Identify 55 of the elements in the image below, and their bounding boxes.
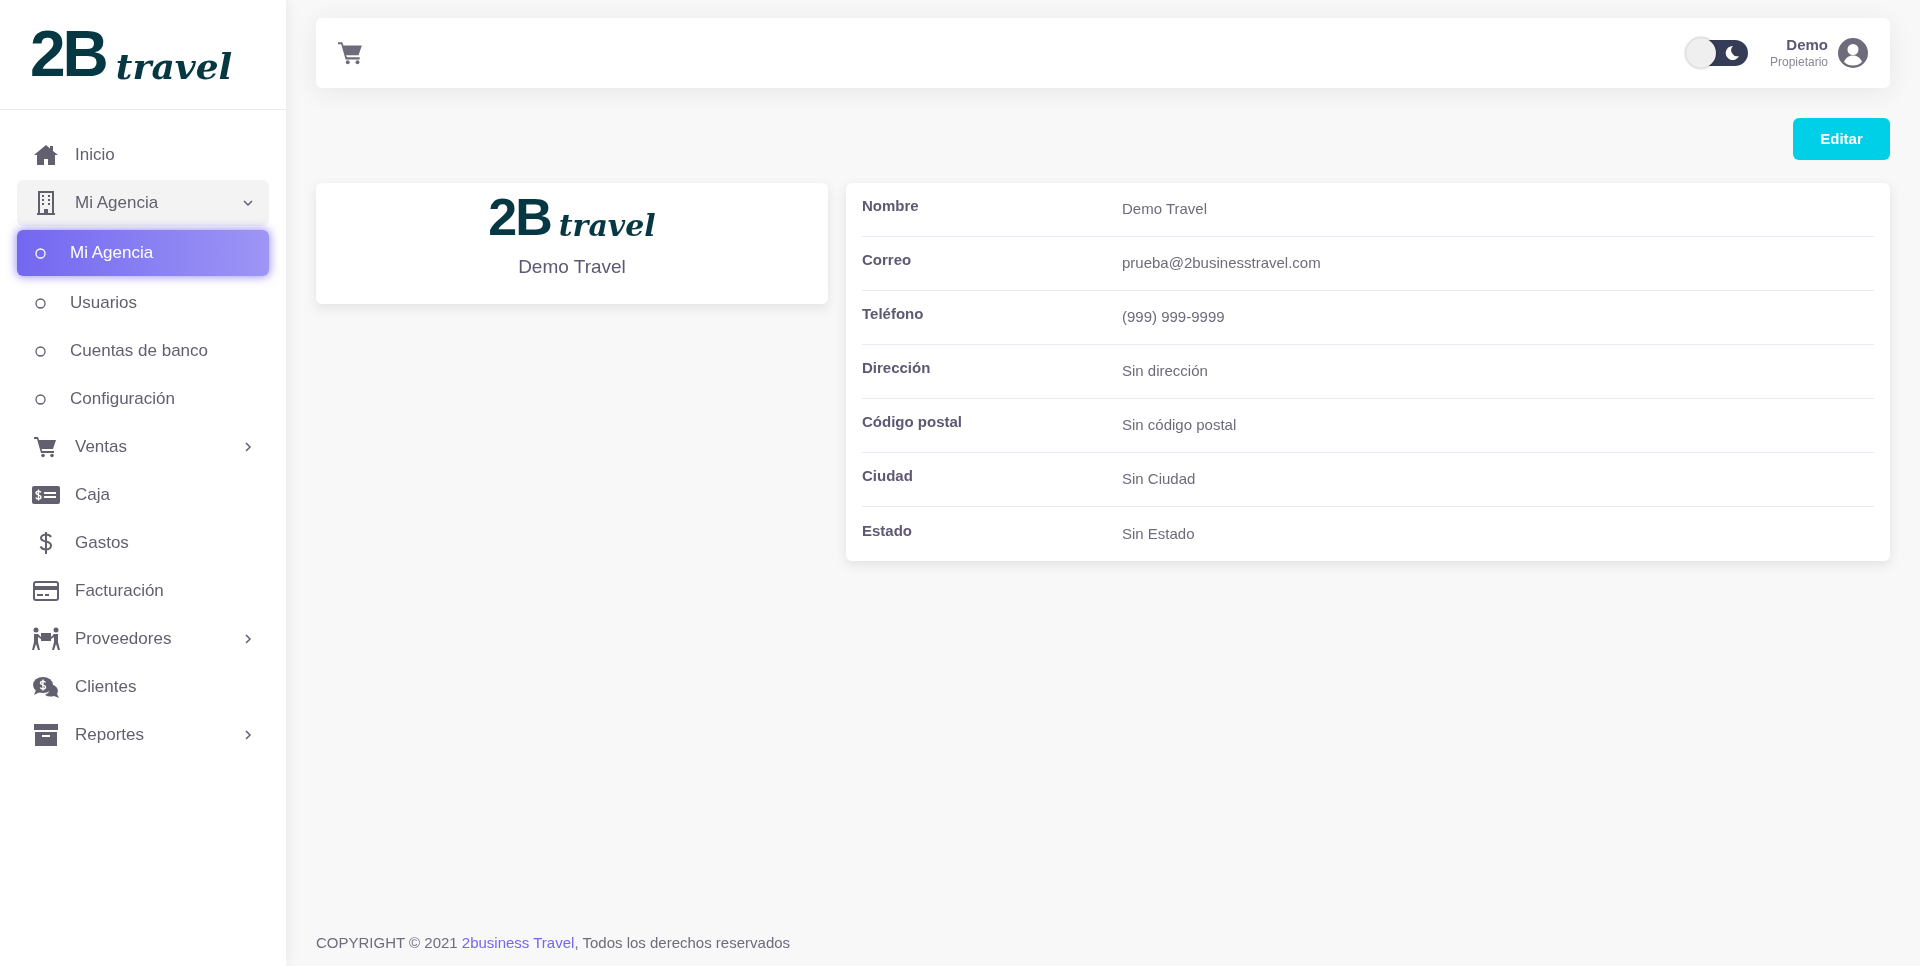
circle-icon [35,345,46,357]
circle-icon [35,247,46,259]
cart-icon[interactable] [338,41,364,65]
sidebar-subitem[interactable]: Cuentas de banco [17,328,269,374]
sidebar-item[interactable]: Clientes [17,664,269,710]
user-name: Demo [1786,36,1828,55]
archive-box-icon [34,724,58,746]
sidebar-item[interactable]: Facturación [17,568,269,614]
chevron-right-icon [242,633,254,645]
chevron-right-icon [242,441,254,453]
detail-value: Sin Ciudad [1122,469,1196,490]
sidebar-item[interactable]: Gastos [17,520,269,566]
detail-value: Demo Travel [1122,199,1208,220]
cash-icon [32,486,60,504]
agency-logo: 2B travel [488,195,656,240]
detail-label: Ciudad [862,466,914,487]
detail-value: Sin Estado [1122,523,1195,544]
sidebar-item[interactable]: Mi Agencia [17,180,269,226]
company-link[interactable]: 2business Travel [461,933,575,951]
sidebar-item[interactable]: Proveedores [17,616,269,662]
chat-dollar-icon [33,676,59,698]
building-icon [37,191,55,215]
chevron-down-icon [242,197,254,209]
copyright-text: COPYRIGHT © 2021 2business Travel, Todos los derechos reservados [316,932,792,953]
credit-card-icon [33,581,59,601]
people-carrying-box-icon [32,627,60,651]
cart-icon [34,436,58,458]
agency-name: Demo Travel [518,255,626,280]
detail-value: Sin dirección [1122,361,1208,382]
circle-icon [35,297,46,309]
detail-label: Teléfono [862,304,925,325]
detail-label: Correo [862,250,913,271]
sidebar-item[interactable]: Reportes [17,712,269,758]
detail-value: Sin código postal [1122,415,1237,436]
sidebar-subitem[interactable]: Usuarios [17,280,269,326]
detail-value: prueba@2businesstravel.com [1122,253,1321,274]
theme-toggle[interactable] [1687,40,1748,66]
detail-label: Estado [862,520,913,541]
sidebar-item[interactable]: Caja [17,472,269,518]
home-icon [34,144,58,166]
circle-icon [35,393,46,405]
dollar-icon [39,531,53,555]
moon-icon [1723,45,1740,61]
user-avatar-icon[interactable] [1838,38,1868,68]
detail-label: Código postal [862,412,963,433]
detail-label: Dirección [862,358,932,379]
brand-logo[interactable]: 2B travel [30,27,233,82]
sidebar-item[interactable]: Inicio [17,132,269,178]
detail-label: Nombre [862,196,920,217]
sidebar-item[interactable]: Ventas [17,424,269,470]
sidebar-subitem[interactable]: Mi Agencia [17,230,269,276]
detail-value: (999) 999-9999 [1122,307,1225,328]
user-role: Propietario [1769,54,1828,70]
chevron-right-icon [242,729,254,741]
sidebar-subitem[interactable]: Configuración [17,376,269,422]
